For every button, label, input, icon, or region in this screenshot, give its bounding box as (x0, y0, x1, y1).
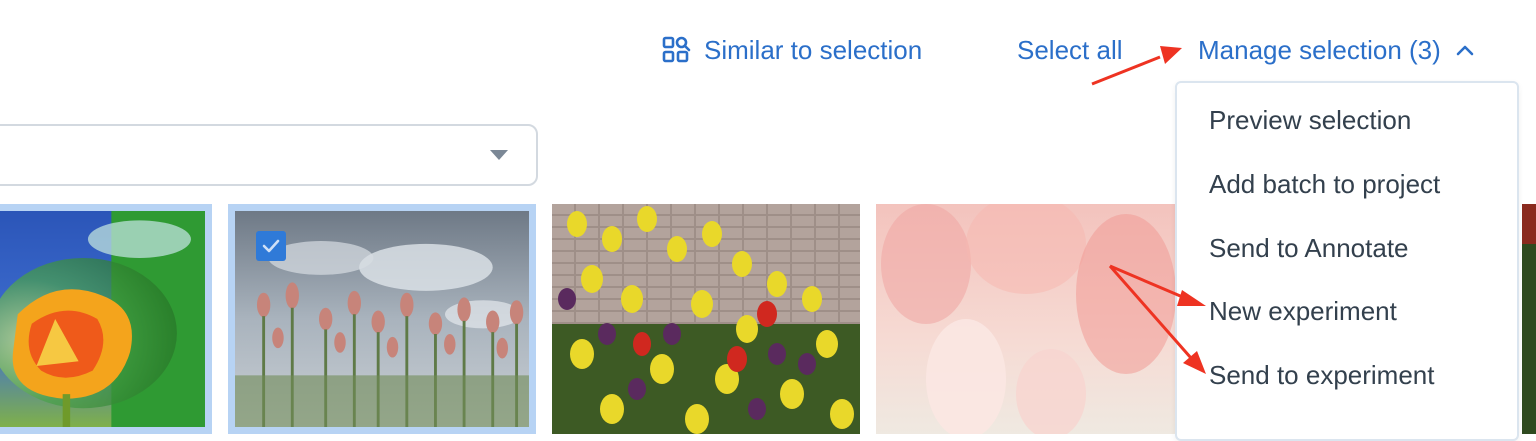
menu-item-add-batch-to-project[interactable]: Add batch to project (1209, 164, 1440, 204)
caret-down-icon (490, 150, 508, 160)
tulip-photo (1522, 204, 1536, 434)
tulip-photo (876, 204, 1176, 434)
manage-selection-menu: Preview selection Add batch to project S… (1175, 81, 1519, 441)
tulip-image-2[interactable] (228, 204, 536, 434)
similar-to-selection-label: Similar to selection (704, 34, 923, 65)
menu-item-new-experiment[interactable]: New experiment (1209, 291, 1397, 331)
similar-selection-icon (662, 36, 691, 63)
manage-selection-label: Manage selection (3) (1198, 34, 1441, 65)
similar-to-selection-button[interactable]: Similar to selection (662, 30, 922, 70)
tulip-image-1[interactable] (0, 204, 212, 434)
filter-select[interactable] (0, 124, 538, 186)
tulip-photo (552, 204, 860, 434)
selection-checkbox[interactable] (256, 231, 286, 261)
tulip-image-5[interactable] (1522, 204, 1536, 434)
tulip-image-4[interactable] (876, 204, 1176, 434)
menu-item-send-to-annotate[interactable]: Send to Annotate (1209, 228, 1409, 268)
tulip-photo (0, 211, 205, 427)
chevron-up-icon (1456, 45, 1474, 56)
menu-item-preview-selection[interactable]: Preview selection (1209, 100, 1411, 140)
tulip-image-3[interactable] (552, 204, 860, 434)
menu-item-send-to-experiment[interactable]: Send to experiment (1209, 355, 1434, 395)
manage-selection-button[interactable]: Manage selection (3) (1198, 30, 1475, 70)
checkmark-icon (262, 239, 280, 253)
select-all-label: Select all (1017, 34, 1123, 65)
select-all-button[interactable]: Select all (1017, 30, 1123, 70)
